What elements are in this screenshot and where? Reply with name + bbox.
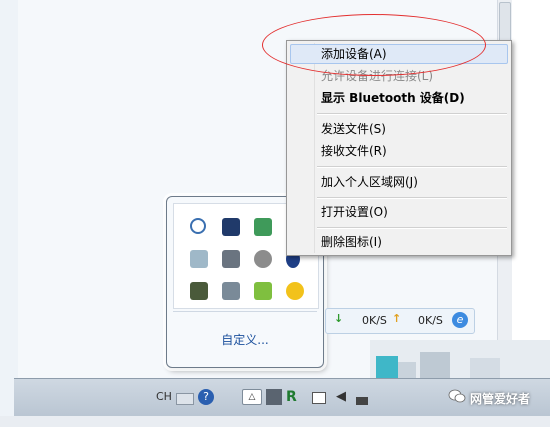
show-hidden-icons-button[interactable]: △ <box>242 389 262 405</box>
download-speed: 0K/S <box>362 314 387 327</box>
menu-item-remove-icon[interactable]: 删除图标(I) <box>290 232 508 252</box>
usb-icon[interactable] <box>266 389 282 405</box>
upload-arrow-icon: ↑ <box>392 312 402 325</box>
ie-icon[interactable]: e <box>452 312 468 328</box>
display-icon[interactable] <box>222 250 240 268</box>
check-icon[interactable] <box>190 250 208 268</box>
menu-separator <box>317 197 507 199</box>
wechat-logo-icon <box>448 388 466 404</box>
gray-circle-icon[interactable] <box>254 250 272 268</box>
monitor-icon[interactable] <box>222 218 240 236</box>
menu-separator <box>317 166 507 168</box>
customize-link[interactable]: 自定义... <box>167 331 323 348</box>
help-icon[interactable]: ? <box>198 389 214 405</box>
menu-item-show-devices[interactable]: 显示 Bluetooth 设备(D) <box>290 88 508 108</box>
flag-icon[interactable] <box>312 392 326 404</box>
grid-icon[interactable] <box>190 282 208 300</box>
map-icon[interactable] <box>254 218 272 236</box>
upload-speed: 0K/S <box>418 314 443 327</box>
bottom-strip <box>0 416 550 427</box>
language-indicator[interactable]: CH <box>156 390 172 403</box>
menu-item-open-settings[interactable]: 打开设置(O) <box>290 202 508 222</box>
shield-icon[interactable] <box>254 282 272 300</box>
blurred-block <box>420 352 450 378</box>
menu-item-allow-connect[interactable]: 允许设备进行连接(L) <box>290 66 508 86</box>
blurred-block <box>376 356 398 378</box>
r-app-icon[interactable]: R <box>286 389 302 405</box>
usb-safe-remove-icon[interactable] <box>222 282 240 300</box>
popup-divider <box>173 311 317 312</box>
blurred-block <box>470 358 500 378</box>
volume-icon[interactable]: ◀ <box>336 389 352 405</box>
menu-item-join-pan[interactable]: 加入个人区域网(J) <box>290 172 508 192</box>
menu-item-receive-file[interactable]: 接收文件(R) <box>290 141 508 161</box>
search-magnifier-icon[interactable] <box>190 218 206 234</box>
keyboard-icon[interactable] <box>176 393 194 405</box>
menu-item-add-device[interactable]: 添加设备(A) <box>290 44 508 64</box>
menu-separator <box>317 113 507 115</box>
menu-item-send-file[interactable]: 发送文件(S) <box>290 119 508 139</box>
menu-separator <box>317 227 507 229</box>
network-speed-bar: ↓ 0K/S ↑ 0K/S e <box>325 308 475 334</box>
green-plus-icon[interactable] <box>286 282 304 300</box>
left-pane <box>0 0 19 427</box>
watermark-text: 网管爱好者 <box>470 392 531 406</box>
signal-icon[interactable] <box>356 397 368 405</box>
bluetooth-context-menu: 添加设备(A) 允许设备进行连接(L) 显示 Bluetooth 设备(D) 发… <box>286 40 512 256</box>
download-arrow-icon: ↓ <box>334 312 344 325</box>
